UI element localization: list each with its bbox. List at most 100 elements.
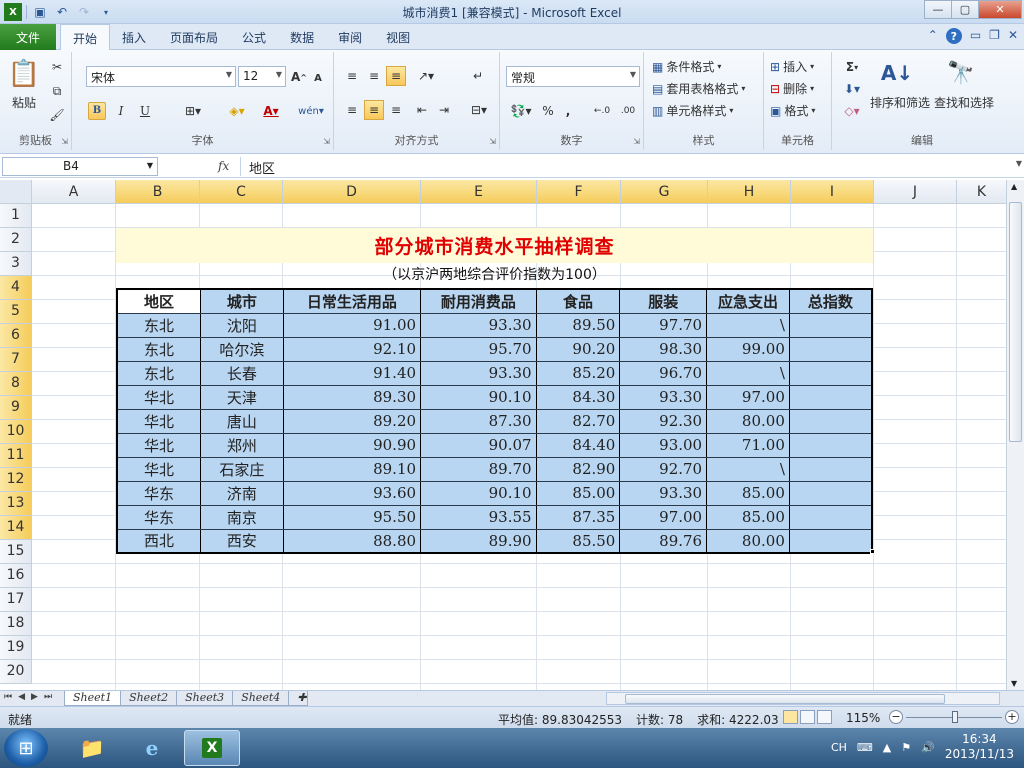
table-cell[interactable]: 93.30 bbox=[420, 361, 537, 386]
table-cell[interactable]: 91.40 bbox=[283, 361, 422, 386]
table-cell[interactable]: 93.00 bbox=[619, 433, 708, 458]
table-cell[interactable] bbox=[789, 313, 873, 338]
table-cell[interactable]: 华北 bbox=[117, 385, 202, 410]
excel-taskbar-icon[interactable]: X bbox=[184, 730, 240, 766]
table-cell[interactable]: 82.70 bbox=[536, 409, 621, 434]
sort-filter-button[interactable]: 排序和筛选 bbox=[868, 96, 932, 110]
table-cell[interactable] bbox=[789, 337, 873, 362]
italic-button[interactable]: I bbox=[112, 102, 130, 120]
sheet-tab-sheet3[interactable]: Sheet3 bbox=[176, 691, 234, 706]
flag-icon[interactable]: ⚑ bbox=[901, 741, 911, 754]
table-cell[interactable]: 东北 bbox=[117, 361, 202, 386]
sheet-tab-sheet2[interactable]: Sheet2 bbox=[120, 691, 178, 706]
borders-icon[interactable]: ⊞▾ bbox=[178, 102, 208, 120]
row-header-12[interactable]: 12 bbox=[0, 468, 32, 492]
table-cell[interactable]: 87.30 bbox=[420, 409, 537, 434]
align-right-icon[interactable]: ≡ bbox=[386, 100, 406, 120]
table-cell[interactable]: 华东 bbox=[117, 481, 202, 506]
table-cell[interactable]: 93.30 bbox=[420, 313, 537, 338]
table-cell[interactable]: 89.30 bbox=[283, 385, 422, 410]
page-layout-view-icon[interactable] bbox=[800, 710, 815, 724]
row-header-20[interactable]: 20 bbox=[0, 660, 32, 684]
bold-button[interactable]: B bbox=[88, 102, 106, 120]
table-cell[interactable]: 84.30 bbox=[536, 385, 621, 410]
paste-button[interactable]: 粘贴 bbox=[4, 96, 44, 110]
vertical-scrollbar[interactable]: ▲ ▼ bbox=[1006, 180, 1024, 690]
decrease-indent-icon[interactable]: ⇤ bbox=[412, 100, 432, 120]
table-cell[interactable]: 93.30 bbox=[619, 481, 708, 506]
table-cell[interactable]: 92.10 bbox=[283, 337, 422, 362]
table-cell[interactable]: 85.00 bbox=[536, 481, 621, 506]
find-select-button[interactable]: 查找和选择 bbox=[932, 96, 996, 110]
tab-page-layout[interactable]: 页面布局 bbox=[158, 24, 230, 50]
table-cell[interactable]: \ bbox=[706, 313, 790, 338]
table-cell[interactable] bbox=[789, 529, 873, 554]
clock[interactable]: 16:34 2013/11/13 bbox=[945, 732, 1014, 762]
row-header-17[interactable]: 17 bbox=[0, 588, 32, 612]
sort-filter-icon[interactable]: A↓ bbox=[881, 58, 913, 88]
font-name-combo[interactable]: 宋体 ▼ bbox=[86, 66, 236, 87]
zoom-in-icon[interactable]: + bbox=[1005, 710, 1019, 724]
page-break-view-icon[interactable] bbox=[817, 710, 832, 724]
table-cell[interactable]: 85.00 bbox=[706, 481, 790, 506]
comma-button[interactable]: , bbox=[560, 102, 576, 120]
scroll-up-icon[interactable]: ▲ bbox=[1011, 182, 1017, 191]
table-cell[interactable]: 85.00 bbox=[706, 505, 790, 530]
table-cell[interactable]: 93.60 bbox=[283, 481, 422, 506]
zoom-out-icon[interactable]: − bbox=[889, 710, 903, 724]
table-cell[interactable]: \ bbox=[706, 457, 790, 482]
decrease-decimal-button[interactable]: .00 bbox=[616, 102, 640, 120]
table-cell[interactable] bbox=[789, 361, 873, 386]
next-sheet-icon[interactable]: ▶ bbox=[31, 692, 38, 702]
clear-icon[interactable]: ◇▾ bbox=[840, 102, 864, 120]
table-cell[interactable]: 87.35 bbox=[536, 505, 621, 530]
row-header-13[interactable]: 13 bbox=[0, 492, 32, 516]
table-cell[interactable]: 80.00 bbox=[706, 529, 790, 554]
column-header-i[interactable]: I bbox=[791, 180, 874, 204]
shrink-font-button[interactable]: A bbox=[310, 70, 326, 86]
table-cell[interactable]: 93.30 bbox=[619, 385, 708, 410]
tray-arrow-icon[interactable]: ▲ bbox=[883, 741, 891, 754]
table-header-cell[interactable]: 服装 bbox=[619, 289, 708, 314]
prev-sheet-icon[interactable]: ◀ bbox=[18, 692, 25, 702]
table-cell[interactable]: 90.07 bbox=[420, 433, 537, 458]
table-cell[interactable]: 华北 bbox=[117, 409, 202, 434]
workbook-minimize-icon[interactable]: ▭ bbox=[970, 28, 981, 44]
table-cell[interactable]: 天津 bbox=[200, 385, 284, 410]
alignment-launcher-icon[interactable]: ⇲ bbox=[489, 137, 496, 146]
start-button-icon[interactable]: ⊞ bbox=[4, 729, 48, 767]
table-cell[interactable]: 88.80 bbox=[283, 529, 422, 554]
sheet-tab-sheet1[interactable]: Sheet1 bbox=[64, 691, 122, 706]
conditional-format-button[interactable]: ▦ 条件格式 ▾ bbox=[652, 58, 721, 75]
zoom-slider-knob[interactable] bbox=[952, 711, 958, 723]
table-cell[interactable]: 85.50 bbox=[536, 529, 621, 554]
increase-indent-icon[interactable]: ⇥ bbox=[434, 100, 454, 120]
table-cell[interactable]: 95.50 bbox=[283, 505, 422, 530]
font-launcher-icon[interactable]: ⇲ bbox=[323, 137, 330, 146]
last-sheet-icon[interactable]: ⏭ bbox=[44, 692, 52, 702]
wrap-text-icon[interactable]: ↵ bbox=[468, 66, 488, 86]
find-select-icon[interactable]: 🔭 bbox=[946, 58, 976, 88]
table-cell[interactable]: 沈阳 bbox=[200, 313, 284, 338]
file-tab[interactable]: 文件 bbox=[0, 24, 56, 50]
table-cell[interactable]: 89.90 bbox=[420, 529, 537, 554]
worksheet-grid[interactable]: ABCDEFGHIJK 1 2 3 4 5 6 7 8 9 10 11 12 13 14 15 16 17 18 1… bbox=[0, 180, 1006, 690]
underline-button[interactable]: U bbox=[134, 102, 156, 120]
table-cell[interactable] bbox=[789, 505, 873, 530]
table-cell[interactable]: 唐山 bbox=[200, 409, 284, 434]
scroll-down-icon[interactable]: ▼ bbox=[1011, 679, 1017, 688]
file-explorer-icon[interactable]: 📁 bbox=[64, 730, 120, 766]
table-cell[interactable]: 东北 bbox=[117, 337, 202, 362]
delete-cells-button[interactable]: ⊟ 删除 ▾ bbox=[770, 80, 814, 97]
close-button[interactable]: ✕ bbox=[978, 0, 1022, 19]
table-cell[interactable]: 84.40 bbox=[536, 433, 621, 458]
workbook-restore-icon[interactable]: ❐ bbox=[989, 28, 1000, 44]
font-color-icon[interactable]: A▾ bbox=[256, 102, 286, 120]
vertical-scroll-thumb[interactable] bbox=[1009, 202, 1022, 442]
bottom-align-icon[interactable]: ≡ bbox=[386, 66, 406, 86]
tab-data[interactable]: 数据 bbox=[278, 24, 326, 50]
select-all-corner[interactable] bbox=[0, 180, 32, 204]
sheet-subtitle[interactable]: （以京沪两地综合评价指数为100） bbox=[116, 264, 873, 284]
table-header-cell[interactable]: 食品 bbox=[536, 289, 621, 314]
column-header-d[interactable]: D bbox=[283, 180, 421, 204]
